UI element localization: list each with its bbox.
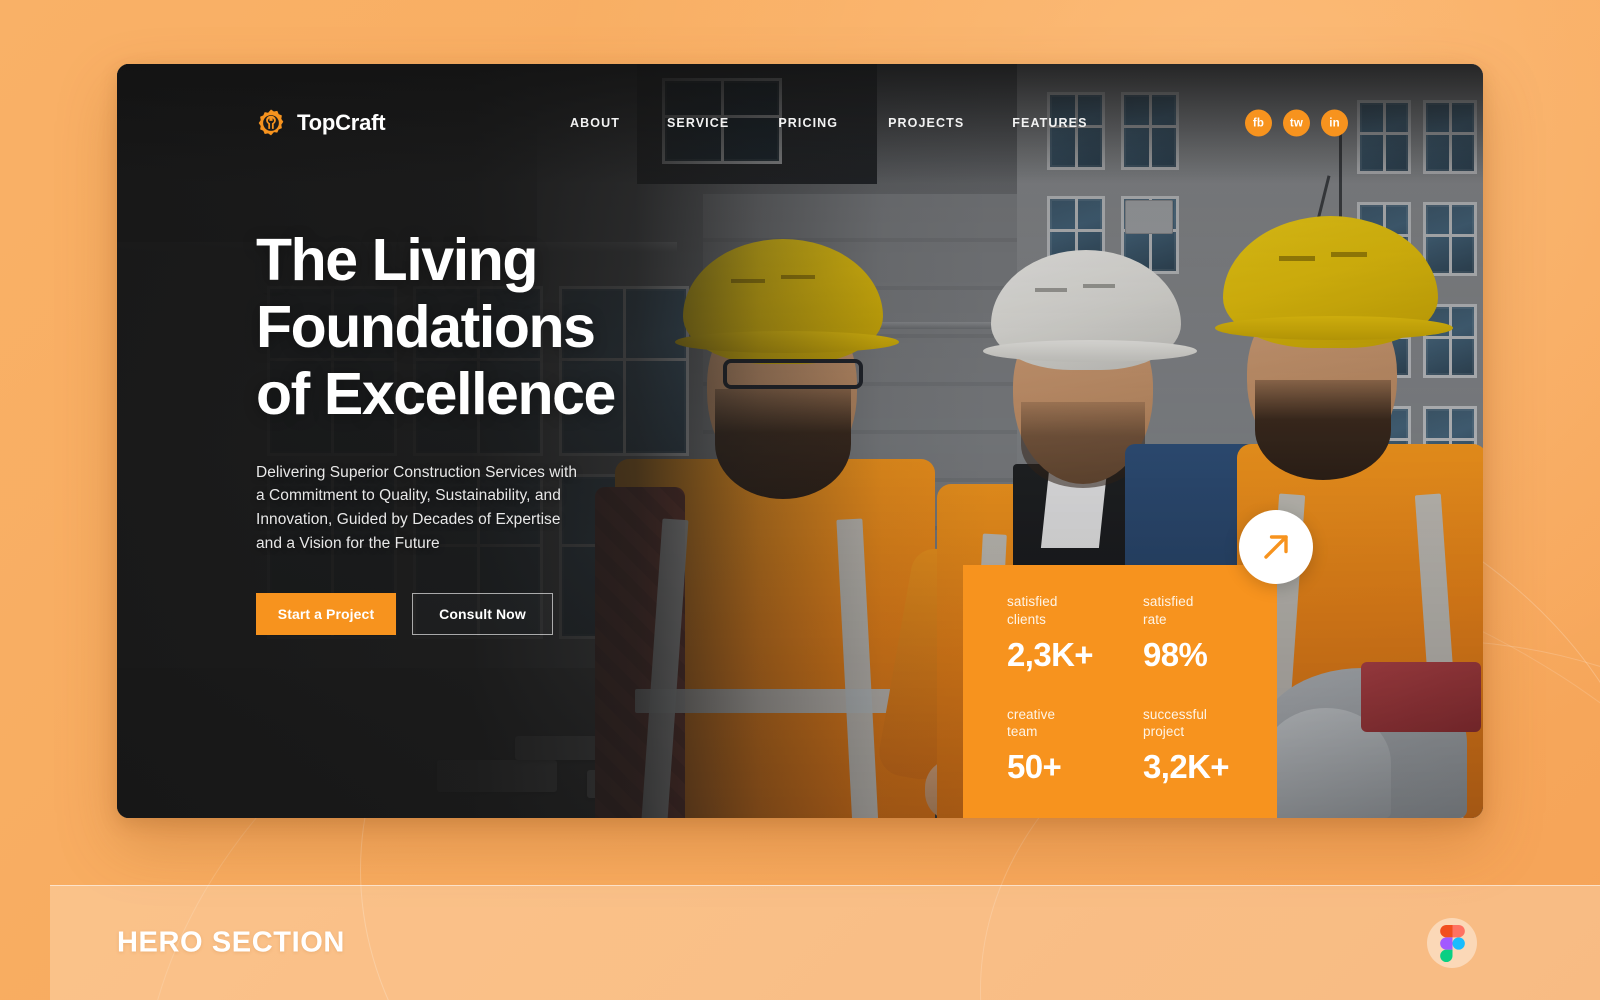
description-line-2: a Commitment to Quality, Sustainability,… — [256, 487, 561, 505]
facebook-icon[interactable]: fb — [1245, 109, 1272, 137]
arrow-up-right-icon — [1264, 535, 1288, 559]
stat-value: 50+ — [1007, 748, 1062, 786]
stat-label-line-1: successful — [1143, 706, 1208, 722]
stat-label-line-2: rate — [1143, 611, 1167, 627]
hero-copy: The Living Foundations of Excellence Del… — [256, 227, 776, 636]
stat-label-line-1: satisfied — [1007, 594, 1058, 609]
headline-line-2: Foundations — [256, 293, 596, 360]
start-a-project-button[interactable]: Start a Project — [256, 593, 396, 636]
brand-logo[interactable]: TopCraft — [256, 108, 386, 138]
stat-label-line-2: project — [1143, 724, 1185, 740]
hero-card: TopCraft ABOUT SERVICE PRICING PROJECTS … — [117, 64, 1483, 818]
figma-icon — [1439, 924, 1465, 962]
stat-label-line-2: clients — [1007, 611, 1046, 627]
headline-line-1: The Living — [256, 227, 538, 293]
stat-item-successful-project: successful project 3,2K+ — [1143, 706, 1277, 784]
stat-label-line-1: satisfied — [1143, 594, 1194, 609]
nav-link-pricing[interactable]: PRICING — [778, 116, 838, 130]
page-title: The Living Foundations of Excellence — [256, 227, 776, 428]
nav-link-projects[interactable]: PROJECTS — [888, 116, 964, 130]
social-links: fb tw in — [1245, 109, 1348, 137]
stat-item-satisfied-rate: satisfied rate 98% — [1143, 593, 1277, 671]
top-navigation: TopCraft ABOUT SERVICE PRICING PROJECTS … — [117, 64, 1483, 182]
stat-value: 2,3K+ — [1007, 635, 1094, 673]
nav-link-service[interactable]: SERVICE — [667, 116, 729, 130]
headline-line-3: of Excellence — [256, 360, 616, 427]
stat-label-line-2: team — [1007, 724, 1038, 740]
stat-value: 98% — [1143, 635, 1208, 673]
explore-arrow-button[interactable] — [1239, 510, 1313, 584]
stat-item-creative-team: creative team 50+ — [1007, 706, 1143, 784]
nav-link-about[interactable]: ABOUT — [570, 116, 620, 130]
nav-link-features[interactable]: FEATURES — [1012, 116, 1087, 130]
stat-label: satisfied clients — [1007, 593, 1143, 629]
hero-description: Delivering Superior Construction Service… — [256, 461, 776, 555]
cta-row: Start a Project Consult Now — [256, 593, 776, 636]
footer-banner: HERO SECTION — [50, 885, 1600, 1000]
stat-label-line-1: creative — [1007, 706, 1056, 722]
linkedin-icon[interactable]: in — [1321, 109, 1348, 137]
consult-now-button[interactable]: Consult Now — [412, 593, 553, 636]
page-canvas: TopCraft ABOUT SERVICE PRICING PROJECTS … — [0, 0, 1600, 1000]
twitter-icon[interactable]: tw — [1283, 109, 1310, 137]
description-line-4: and a Vision for the Future — [256, 534, 440, 552]
description-line-3: Innovation, Guided by Decades of Experti… — [256, 510, 561, 528]
nav-links: ABOUT SERVICE PRICING PROJECTS FEATURES — [570, 116, 1088, 130]
stat-label: successful project — [1143, 706, 1277, 742]
stat-item-satisfied-clients: satisfied clients 2,3K+ — [1007, 593, 1143, 671]
section-label: HERO SECTION — [117, 926, 345, 959]
figma-badge[interactable] — [1427, 918, 1477, 968]
stat-label: creative team — [1007, 706, 1143, 742]
gear-wrench-icon — [258, 109, 284, 136]
stat-value: 3,2K+ — [1143, 748, 1230, 786]
description-line-1: Delivering Superior Construction Service… — [256, 463, 578, 481]
stats-grid: satisfied clients 2,3K+ satisfied rate 9… — [1007, 593, 1277, 783]
stats-card: satisfied clients 2,3K+ satisfied rate 9… — [963, 565, 1277, 818]
stat-label: satisfied rate — [1143, 593, 1277, 629]
brand-name: TopCraft — [297, 110, 386, 135]
